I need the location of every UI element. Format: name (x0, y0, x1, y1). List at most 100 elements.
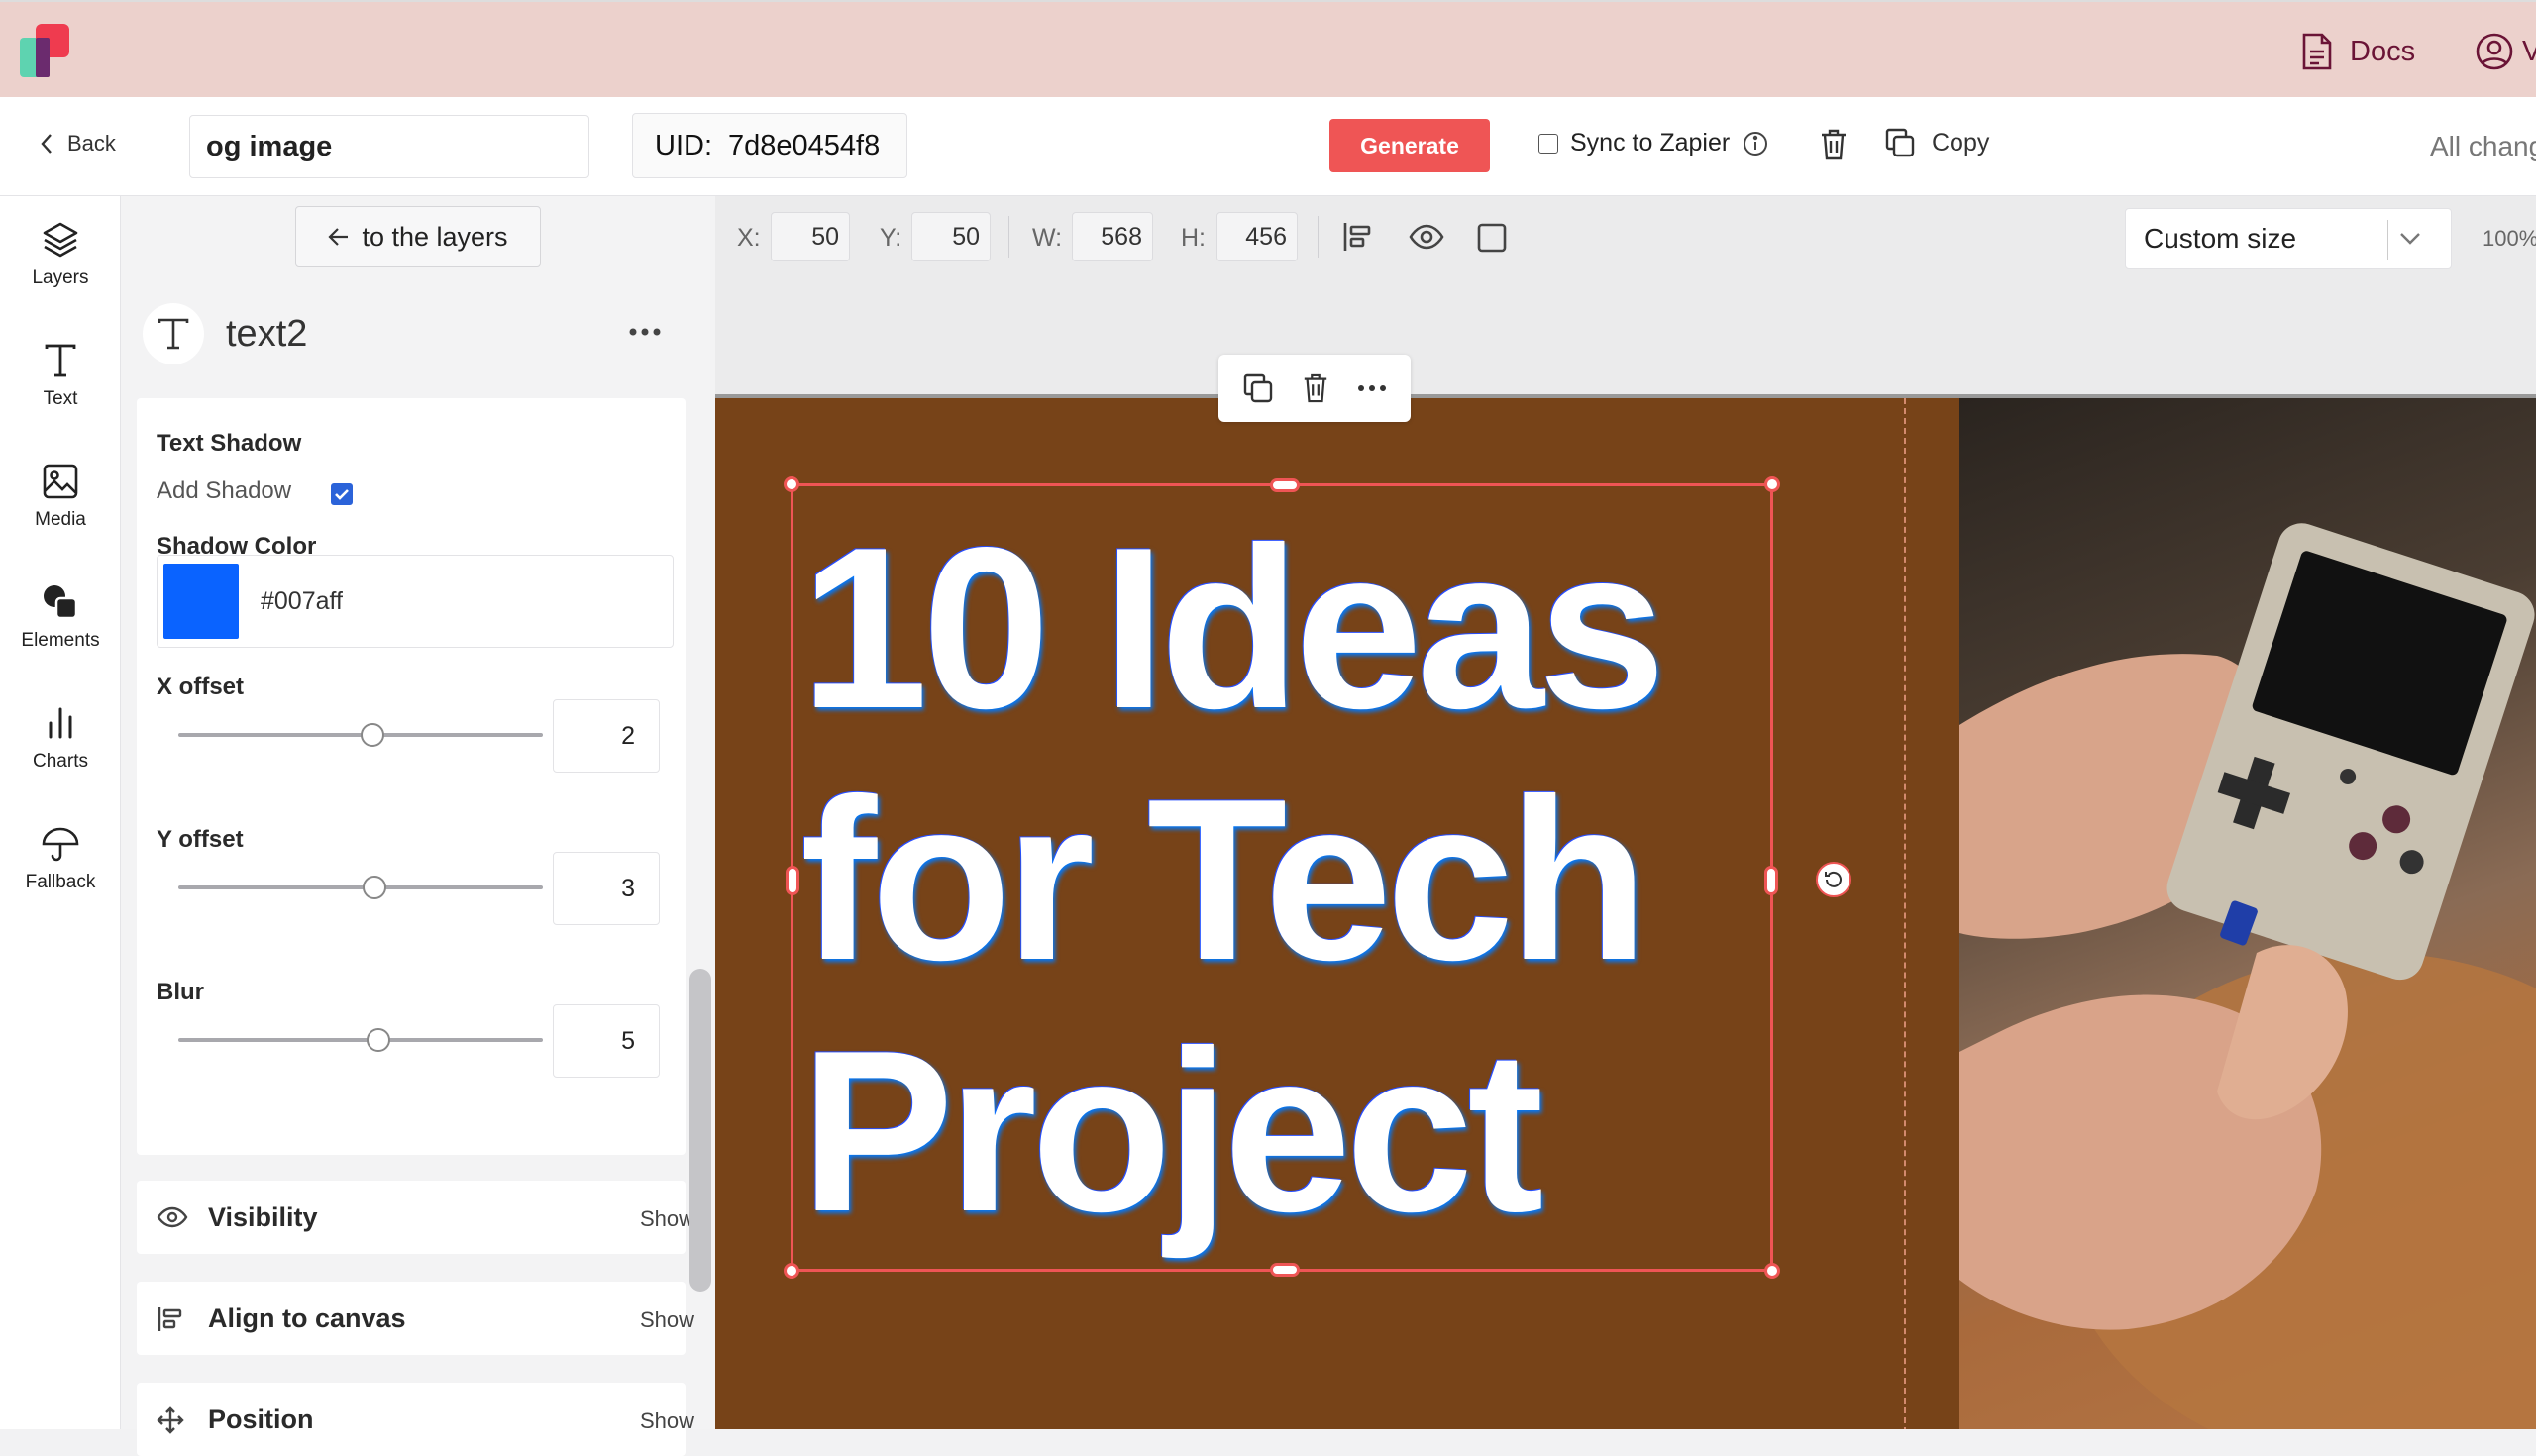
text-shadow-card: Text Shadow Add Shadow Shadow Color #007… (137, 398, 686, 1155)
nav-elements[interactable]: Elements (0, 582, 121, 652)
document-icon (2300, 32, 2334, 71)
back-to-layers-label: to the layers (362, 221, 508, 252)
shadow-color-field[interactable]: #007aff (157, 555, 674, 648)
align-left-icon (157, 1305, 184, 1333)
copy-label: Copy (1932, 128, 1990, 156)
info-icon[interactable] (1742, 130, 1769, 157)
shadow-color-hex: #007aff (261, 586, 343, 615)
resize-handle-right[interactable] (1764, 866, 1778, 895)
uid-field[interactable]: UID: 7d8e0454f8 (632, 113, 907, 178)
y-offset-label: Y offset (157, 826, 244, 853)
shapes-icon (41, 582, 80, 622)
sync-to-zapier-toggle[interactable]: Sync to Zapier (1538, 129, 1769, 157)
delete-template-button[interactable] (1819, 128, 1849, 161)
x-input[interactable]: 50 (771, 212, 850, 261)
user-circle-icon (2475, 32, 2514, 71)
position-show-link[interactable]: Show (640, 1408, 694, 1434)
copy-icon (1884, 127, 1916, 158)
resize-handle-bottom[interactable] (1270, 1263, 1300, 1277)
y-offset-input[interactable]: 3 (553, 852, 660, 925)
w-label: W: (1032, 224, 1063, 252)
nav-charts[interactable]: Charts (0, 703, 121, 773)
nav-media-label: Media (35, 509, 86, 530)
nav-media[interactable]: Media (0, 462, 121, 531)
selection-box[interactable] (784, 476, 1780, 1279)
add-shadow-checkbox[interactable] (331, 483, 353, 505)
template-name-input[interactable] (189, 115, 589, 178)
canvas-size-value: Custom size (2144, 223, 2297, 254)
x-offset-input[interactable]: 2 (553, 699, 660, 773)
back-label: Back (67, 131, 116, 156)
more-icon[interactable] (1357, 384, 1387, 392)
resize-handle-top-left[interactable] (784, 476, 799, 492)
bar-chart-icon (41, 703, 80, 743)
uid-value: 7d8e0454f8 (728, 129, 881, 161)
back-button[interactable]: Back (40, 131, 116, 156)
x-offset-slider-thumb[interactable] (361, 723, 384, 747)
arrow-left-icon (328, 227, 350, 247)
generate-button[interactable]: Generate (1329, 119, 1490, 172)
resize-handle-bottom-left[interactable] (784, 1263, 799, 1279)
chevron-left-icon (40, 132, 53, 156)
layer-header: text2 (143, 303, 307, 364)
layer-name[interactable]: text2 (226, 313, 307, 356)
nav-layers[interactable]: Layers (0, 220, 121, 289)
docs-link[interactable]: Docs (2300, 32, 2415, 71)
trash-icon[interactable] (1302, 372, 1329, 404)
editor-toolbar: Back UID: 7d8e0454f8 Generate Sync to Za… (0, 97, 2536, 196)
rotate-icon (1823, 869, 1845, 890)
zoom-level[interactable]: 100% (2483, 226, 2536, 252)
account-menu[interactable]: V (2475, 32, 2536, 71)
panel-scrollbar[interactable] (689, 969, 711, 1292)
y-input[interactable]: 50 (911, 212, 991, 261)
align-to-canvas-section[interactable]: Align to canvas Show (137, 1282, 694, 1355)
resize-handle-bottom-right[interactable] (1764, 1263, 1780, 1279)
duplicate-icon[interactable] (1242, 372, 1274, 404)
nav-text[interactable]: Text (0, 341, 121, 410)
game-console-photo[interactable] (1959, 398, 2536, 1429)
element-floating-toolbar (1218, 355, 1411, 422)
eye-icon[interactable] (1409, 222, 1444, 252)
more-options-icon[interactable] (628, 327, 662, 337)
align-to-canvas-label: Align to canvas (208, 1303, 406, 1333)
x-label: X: (737, 224, 761, 252)
rotate-handle[interactable] (1816, 862, 1851, 897)
visibility-label: Visibility (208, 1202, 318, 1232)
frame-icon[interactable] (1476, 222, 1508, 254)
blur-slider[interactable] (178, 1038, 543, 1042)
back-to-layers-button[interactable]: to the layers (295, 206, 541, 267)
nav-charts-label: Charts (33, 751, 88, 772)
canvas-area: X: 50 Y: 50 W: 568 H: 456 Custom size 10… (715, 196, 2536, 1429)
nav-fallback[interactable]: Fallback (0, 824, 121, 893)
width-input[interactable]: 568 (1072, 212, 1153, 261)
visibility-section[interactable]: Visibility Show (137, 1181, 694, 1254)
position-section[interactable]: Position Show (137, 1383, 694, 1456)
text-icon (41, 341, 80, 380)
nav-layers-label: Layers (32, 267, 89, 288)
y-offset-slider[interactable] (178, 885, 543, 889)
sync-checkbox[interactable] (1538, 133, 1558, 154)
y-offset-slider-thumb[interactable] (363, 876, 386, 899)
height-input[interactable]: 456 (1216, 212, 1298, 261)
properties-panel: to the layers text2 Text Shadow Add Shad… (121, 196, 715, 1456)
add-shadow-label: Add Shadow (157, 477, 292, 504)
docs-label: Docs (2350, 35, 2416, 67)
h-label: H: (1181, 224, 1206, 252)
copy-button[interactable]: Copy (1884, 127, 1989, 158)
app-logo[interactable] (18, 22, 81, 81)
color-swatch[interactable] (163, 564, 239, 639)
visibility-show-link[interactable]: Show (640, 1206, 694, 1232)
divider (1318, 216, 1319, 258)
move-icon (157, 1406, 184, 1434)
resize-handle-top-right[interactable] (1764, 476, 1780, 492)
align-icon[interactable] (1341, 220, 1375, 254)
chevron-down-icon[interactable] (2399, 232, 2421, 246)
blur-slider-thumb[interactable] (367, 1028, 390, 1052)
umbrella-icon (41, 824, 80, 864)
text-shadow-title: Text Shadow (157, 430, 302, 457)
blur-input[interactable]: 5 (553, 1004, 660, 1078)
resize-handle-top[interactable] (1270, 478, 1300, 492)
resize-handle-left[interactable] (786, 866, 799, 895)
uid-label: UID: (655, 129, 712, 161)
align-to-canvas-show-link[interactable]: Show (640, 1307, 694, 1333)
